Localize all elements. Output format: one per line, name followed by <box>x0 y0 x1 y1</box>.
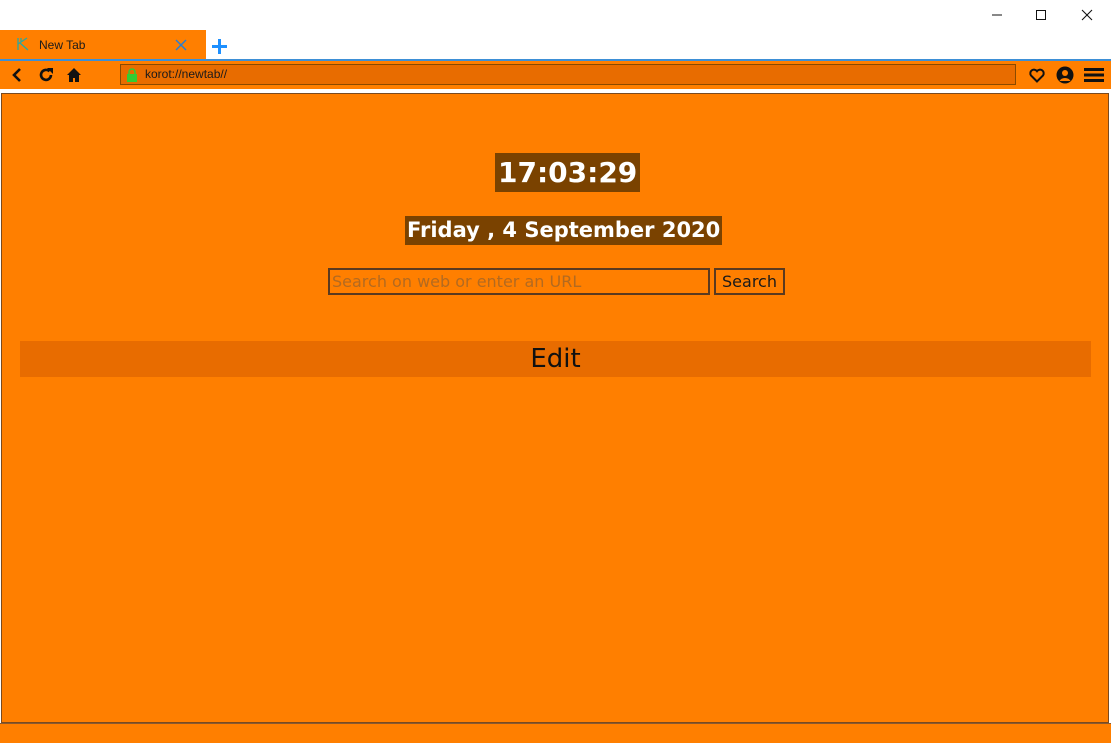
tab-close-icon[interactable] <box>174 38 188 52</box>
profile-button[interactable] <box>1055 65 1075 85</box>
address-bar[interactable]: korot://newtab// <box>120 64 1016 85</box>
favorites-button[interactable] <box>1027 65 1047 85</box>
home-button[interactable] <box>64 65 84 85</box>
menu-button[interactable] <box>1084 65 1104 85</box>
back-arrow-icon <box>12 68 21 82</box>
back-button[interactable] <box>7 65 27 85</box>
user-icon <box>1056 66 1074 84</box>
date-display: Friday , 4 September 2020 <box>405 216 723 245</box>
tab-strip: New Tab <box>0 30 1111 59</box>
clock: 17:03:29 <box>495 153 641 192</box>
heart-icon <box>1029 68 1045 83</box>
close-window-button[interactable] <box>1064 0 1110 30</box>
title-bar <box>0 0 1111 30</box>
maximize-icon <box>1036 10 1046 20</box>
status-bar <box>0 723 1111 743</box>
edit-button[interactable]: Edit <box>20 341 1091 377</box>
minimize-button[interactable] <box>974 0 1020 30</box>
tab-new-tab[interactable]: New Tab <box>0 30 206 59</box>
search-button[interactable]: Search <box>714 268 785 295</box>
lock-icon <box>127 68 137 82</box>
new-tab-page: 17:03:29 Friday , 4 September 2020 Searc… <box>1 93 1109 723</box>
refresh-button[interactable] <box>36 65 56 85</box>
address-text: korot://newtab// <box>145 67 228 81</box>
close-icon <box>1081 9 1093 21</box>
new-tab-plus-icon[interactable] <box>211 38 228 55</box>
refresh-icon <box>39 68 53 82</box>
search-input[interactable] <box>328 268 710 295</box>
tab-title: New Tab <box>39 38 86 52</box>
home-icon <box>67 68 81 82</box>
maximize-button[interactable] <box>1018 0 1064 30</box>
hamburger-menu-icon <box>1084 68 1104 82</box>
korot-logo-icon <box>17 37 29 51</box>
minimize-icon <box>992 14 1002 16</box>
browser-toolbar: korot://newtab// <box>0 59 1111 89</box>
